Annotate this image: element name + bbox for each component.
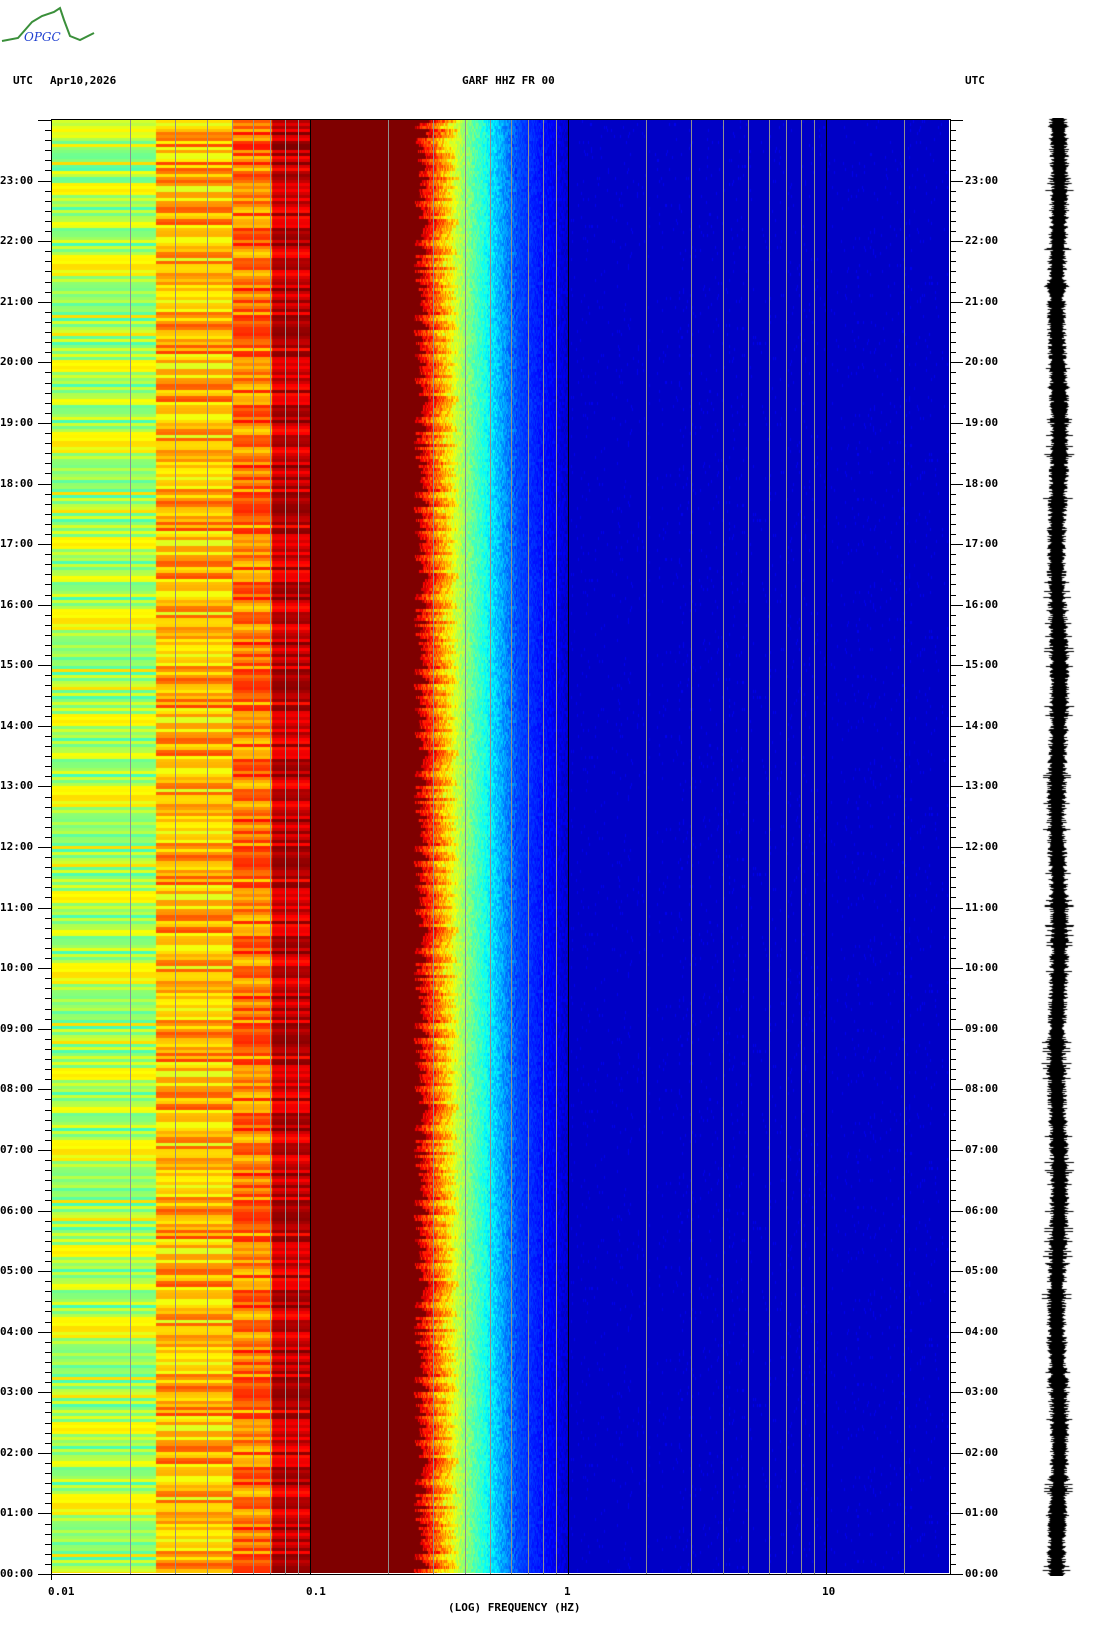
y-tick-label-left: 13:00 — [0, 779, 34, 793]
y-tick-label-left: 05:00 — [0, 1264, 34, 1278]
y-tick-label-right: 03:00 — [965, 1385, 999, 1399]
y-tick-label-right: 12:00 — [965, 840, 999, 853]
y-tick-label-right: 06:00 — [965, 1203, 999, 1217]
y-tick-label-left: 20:00 — [0, 355, 34, 369]
y-tick-label-right: 00:00 — [965, 1567, 999, 1580]
y-tick-label-right: 02:00 — [965, 1445, 999, 1459]
y-tick-label-right: 21:00 — [965, 294, 999, 308]
y-tick-label-left: 19:00 — [0, 415, 34, 429]
y-tick-label-right: 07:00 — [965, 1142, 999, 1156]
y-tick-label-left: 12:00 — [0, 840, 34, 853]
y-tick-label-left: 08:00 — [0, 1082, 34, 1096]
y-tick-label-right: 18:00 — [965, 476, 999, 490]
y-tick-label-left: 04:00 — [0, 1324, 34, 1338]
x-tick-label: 0.01 — [48, 1585, 75, 1598]
y-tick-label-left: 17:00 — [0, 537, 34, 551]
y-tick-label-right: 15:00 — [965, 658, 999, 672]
y-tick-label-right: 08:00 — [965, 1082, 999, 1096]
x-tick-label: 10 — [822, 1585, 836, 1598]
y-tick-label-left: 02:00 — [0, 1445, 34, 1459]
y-tick-label-right: 13:00 — [965, 779, 999, 793]
x-tick-label: 1 — [564, 1585, 571, 1598]
x-axis-label: (LOG) FREQUENCY (HZ) — [448, 1601, 581, 1614]
y-tick-label-right: 17:00 — [965, 537, 999, 551]
y-tick-label-right: 20:00 — [965, 355, 999, 369]
y-tick-label-right: 16:00 — [965, 597, 999, 611]
y-tick-label-left: 09:00 — [0, 1021, 34, 1035]
y-tick-label-left: 23:00 — [0, 173, 34, 187]
y-tick-label-right: 19:00 — [965, 415, 999, 429]
y-tick-label-left: 16:00 — [0, 597, 34, 611]
y-tick-label-right: 14:00 — [965, 718, 999, 732]
y-tick-label-left: 22:00 — [0, 234, 34, 248]
y-tick-label-right: 10:00 — [965, 961, 999, 975]
y-tick-label-left: 10:00 — [0, 961, 34, 975]
y-tick-label-left: 14:00 — [0, 718, 34, 732]
y-tick-label-right: 09:00 — [965, 1021, 999, 1035]
y-tick-label-left: 18:00 — [0, 476, 34, 490]
y-tick-label-right: 11:00 — [965, 900, 999, 914]
y-tick-label-right: 23:00 — [965, 173, 999, 187]
y-tick-label-right: 04:00 — [965, 1324, 999, 1338]
y-tick-label-right: 05:00 — [965, 1264, 999, 1278]
y-tick-label-left: 06:00 — [0, 1203, 34, 1217]
y-tick-label-right: 22:00 — [965, 234, 999, 248]
y-tick-label-left: 03:00 — [0, 1385, 34, 1399]
y-tick-label-left: 11:00 — [0, 900, 34, 914]
y-tick-label-left: 15:00 — [0, 658, 34, 672]
y-tick-label-left: 01:00 — [0, 1506, 34, 1520]
x-tick-label: 0.1 — [306, 1585, 326, 1598]
y-tick-label-left: 21:00 — [0, 294, 34, 308]
y-tick-label-right: 01:00 — [965, 1506, 999, 1520]
y-tick-label-left: 07:00 — [0, 1142, 34, 1156]
chart-axes — [38, 120, 963, 1580]
seismogram-trace — [1040, 118, 1080, 1576]
y-tick-label-left: 00:00 — [0, 1567, 34, 1580]
